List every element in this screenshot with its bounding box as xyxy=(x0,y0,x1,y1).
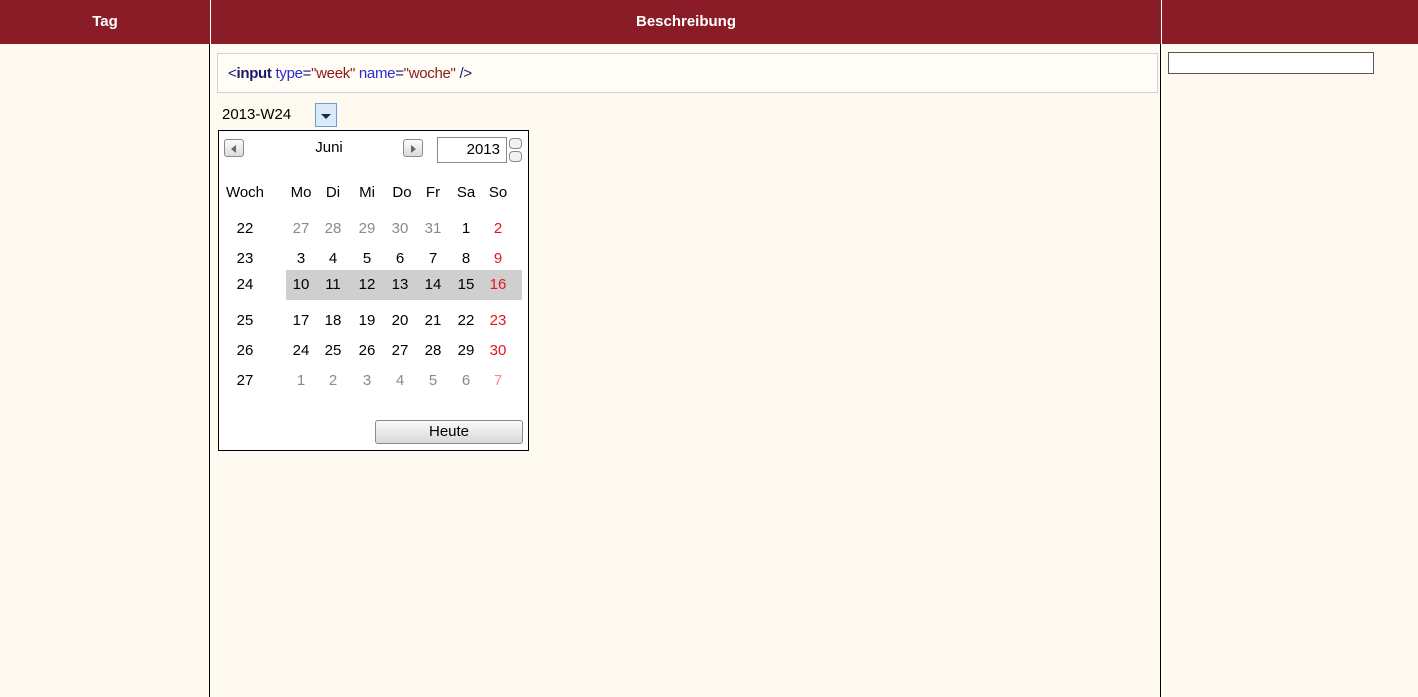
calendar-day[interactable]: 12 xyxy=(354,272,380,298)
calendar-day[interactable]: 17 xyxy=(288,308,314,334)
next-month-button[interactable] xyxy=(403,139,423,157)
calendar-day[interactable]: 29 xyxy=(453,338,479,364)
week-input[interactable]: 2013-W24 xyxy=(218,101,338,129)
week-input-value: 2013-W24 xyxy=(222,106,292,123)
calendar-day[interactable]: 6 xyxy=(453,368,479,394)
calendar-day[interactable]: 19 xyxy=(354,308,380,334)
year-input[interactable]: 2013 xyxy=(437,137,507,163)
week-picker-popup: Juni 2013 Woch Mo Di Mi Do Fr Sa So 22 27… xyxy=(218,130,529,451)
calendar-day[interactable]: 1 xyxy=(288,368,314,394)
chevron-down-icon xyxy=(321,114,331,119)
arrow-left-icon xyxy=(231,145,236,153)
calendar-day[interactable]: 28 xyxy=(420,338,446,364)
weekday-header: Sa xyxy=(456,184,476,201)
previous-month-button[interactable] xyxy=(224,139,244,157)
calendar-day[interactable]: 15 xyxy=(453,272,479,298)
week-number[interactable]: 25 xyxy=(225,308,265,334)
calendar-day[interactable]: 30 xyxy=(387,216,413,242)
calendar-day[interactable]: 4 xyxy=(320,246,346,272)
weekday-header: So xyxy=(488,184,508,201)
code-snippet: <input type="week" name="woche" /> xyxy=(217,53,1158,93)
calendar-day[interactable]: 2 xyxy=(320,368,346,394)
week-number[interactable]: 26 xyxy=(225,338,265,364)
calendar-day[interactable]: 27 xyxy=(288,216,314,242)
calendar-day[interactable]: 6 xyxy=(387,246,413,272)
calendar-day[interactable]: 22 xyxy=(453,308,479,334)
week-number[interactable]: 27 xyxy=(225,368,265,394)
calendar-day[interactable]: 1 xyxy=(453,216,479,242)
calendar-day[interactable]: 10 xyxy=(288,272,314,298)
week-number[interactable]: 22 xyxy=(225,216,265,242)
calendar-day[interactable]: 23 xyxy=(485,308,511,334)
code-equals: = xyxy=(302,65,312,82)
weekday-header: Do xyxy=(392,184,412,201)
arrow-right-icon xyxy=(411,145,416,153)
calendar-day[interactable]: 8 xyxy=(453,246,479,272)
code-attr-type: type xyxy=(275,65,303,82)
calendar-day[interactable]: 3 xyxy=(354,368,380,394)
calendar-day[interactable]: 11 xyxy=(320,272,346,298)
year-spin-up-button[interactable] xyxy=(509,138,522,149)
weekday-header: Fr xyxy=(425,184,441,201)
calendar-day[interactable]: 9 xyxy=(485,246,511,272)
calendar-day[interactable]: 28 xyxy=(320,216,346,242)
weekday-header: Mo xyxy=(290,184,312,201)
code-close-bracket: /> xyxy=(459,65,472,82)
calendar-day[interactable]: 16 xyxy=(485,272,511,298)
demo-text-input[interactable] xyxy=(1168,52,1374,74)
calendar-day[interactable]: 18 xyxy=(320,308,346,334)
weekday-header: Mi xyxy=(359,184,375,201)
calendar-day[interactable]: 3 xyxy=(288,246,314,272)
calendar-day[interactable]: 26 xyxy=(354,338,380,364)
calendar-day[interactable]: 27 xyxy=(387,338,413,364)
week-dropdown-button[interactable] xyxy=(315,103,337,127)
month-label: Juni xyxy=(315,139,343,156)
header-divider xyxy=(1161,0,1162,44)
today-button[interactable]: Heute xyxy=(375,420,523,444)
calendar-day[interactable]: 24 xyxy=(288,338,314,364)
header-description: Beschreibung xyxy=(635,13,737,30)
demo-column xyxy=(1162,44,1418,697)
calendar-day[interactable]: 7 xyxy=(485,368,511,394)
tag-column xyxy=(0,44,210,697)
calendar-day[interactable]: 29 xyxy=(354,216,380,242)
calendar-day[interactable]: 20 xyxy=(387,308,413,334)
calendar-day[interactable]: 14 xyxy=(420,272,446,298)
week-number[interactable]: 23 xyxy=(225,246,265,272)
year-spin-down-button[interactable] xyxy=(509,151,522,162)
header-tag: Tag xyxy=(92,13,118,30)
table-header: Tag Beschreibung xyxy=(0,0,1418,44)
calendar-day[interactable]: 21 xyxy=(420,308,446,334)
calendar-day[interactable]: 2 xyxy=(485,216,511,242)
weekday-header: Di xyxy=(325,184,341,201)
code-value-woche: "woche" xyxy=(403,65,456,82)
week-number[interactable]: 24 xyxy=(225,272,265,298)
calendar-day[interactable]: 31 xyxy=(420,216,446,242)
code-value-week: "week" xyxy=(311,65,355,82)
calendar-day[interactable]: 7 xyxy=(420,246,446,272)
calendar-day[interactable]: 5 xyxy=(354,246,380,272)
code-tag-name: input xyxy=(236,65,272,82)
calendar-day[interactable]: 4 xyxy=(387,368,413,394)
week-column-header: Woch xyxy=(225,184,265,201)
calendar-day[interactable]: 13 xyxy=(387,272,413,298)
calendar-day[interactable]: 25 xyxy=(320,338,346,364)
calendar-day[interactable]: 30 xyxy=(485,338,511,364)
calendar-day[interactable]: 5 xyxy=(420,368,446,394)
code-attr-name: name xyxy=(358,65,396,82)
code-equals: = xyxy=(395,65,404,82)
